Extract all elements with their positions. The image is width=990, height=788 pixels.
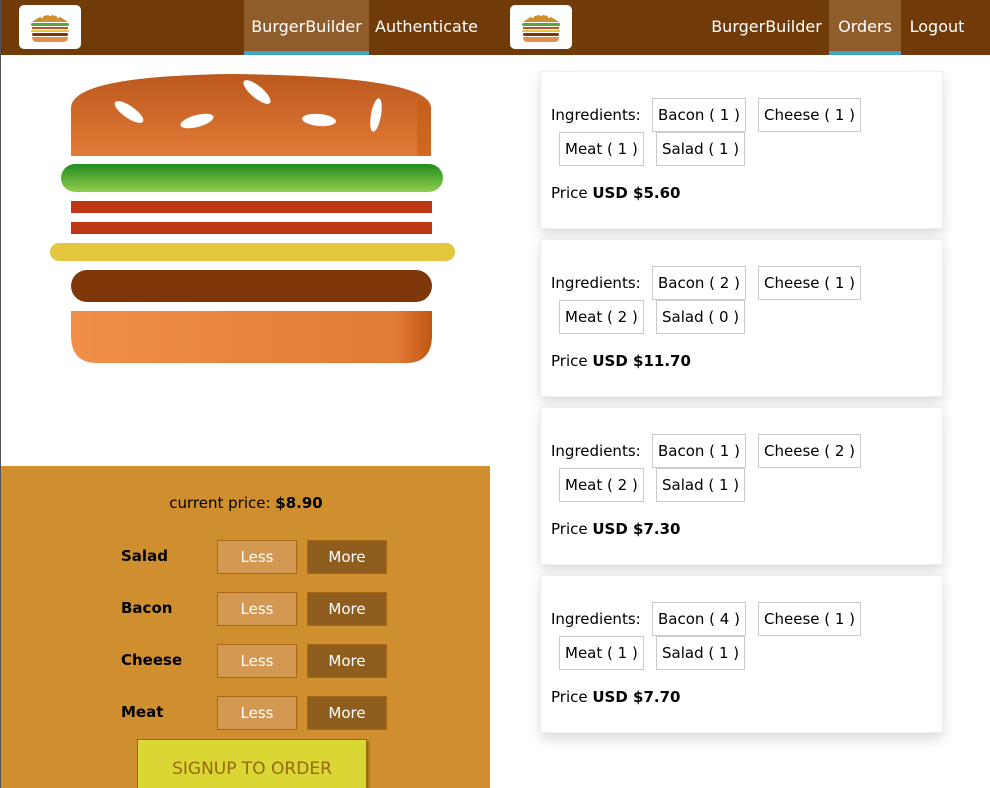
control-label: Salad [121, 547, 168, 565]
burger-preview [50, 74, 455, 363]
less-bacon-button[interactable]: Less [217, 592, 297, 626]
ingredient-chip-bacon: Bacon ( 2 ) [652, 266, 746, 300]
ingredients-label: Ingredients: [551, 610, 641, 628]
control-salad: Salad Less More [1, 540, 490, 574]
ingredient-chip-cheese: Cheese ( 2 ) [758, 434, 862, 468]
bacon-layer [71, 201, 432, 213]
order-price: Price USD $5.60 [551, 184, 680, 202]
price-label: Price [551, 520, 588, 538]
nav-logout[interactable]: Logout [901, 0, 973, 55]
toolbar: BurgerBuilder Authenticate [1, 0, 490, 55]
meat-layer [71, 270, 432, 302]
burger-logo-icon[interactable] [19, 5, 81, 49]
current-price-label: current price: [169, 494, 271, 512]
ingredient-chip-cheese: Cheese ( 1 ) [758, 98, 862, 132]
more-meat-button[interactable]: More [307, 696, 387, 730]
price-value: USD $7.30 [592, 520, 681, 538]
ingredient-chip-bacon: Bacon ( 4 ) [652, 602, 746, 636]
price-value: USD $11.70 [592, 352, 691, 370]
nav-orders[interactable]: Orders [829, 0, 901, 55]
toolbar: BurgerBuilder Orders Logout [490, 0, 990, 55]
ingredient-chip-salad: Salad ( 1 ) [656, 636, 746, 670]
order-price: Price USD $7.30 [551, 520, 680, 538]
control-meat: Meat Less More [1, 696, 490, 730]
ingredient-chip-meat: Meat ( 2 ) [559, 468, 644, 502]
orders-panel: BurgerBuilder Orders Logout Ingredients:… [490, 0, 990, 788]
price-value: USD $5.60 [592, 184, 681, 202]
ingredients-label: Ingredients: [551, 442, 641, 460]
more-salad-button[interactable]: More [307, 540, 387, 574]
current-price: current price: $8.90 [1, 494, 490, 512]
price-value: USD $7.70 [592, 688, 681, 706]
ingredient-chip-cheese: Cheese ( 1 ) [758, 266, 862, 300]
build-controls: current price: $8.90 Salad Less More Bac… [1, 466, 490, 788]
less-cheese-button[interactable]: Less [217, 644, 297, 678]
control-label: Bacon [121, 599, 173, 617]
signup-to-order-button[interactable]: SIGNUP TO ORDER [137, 739, 367, 788]
ingredient-chip-meat: Meat ( 2 ) [559, 300, 644, 334]
ingredient-chip-bacon: Bacon ( 1 ) [652, 98, 746, 132]
current-price-value: $8.90 [275, 494, 323, 512]
salad-layer [61, 164, 443, 192]
ingredients-label: Ingredients: [551, 106, 641, 124]
bacon-layer [71, 222, 432, 234]
ingredient-chip-cheese: Cheese ( 1 ) [758, 602, 862, 636]
control-label: Cheese [121, 651, 183, 669]
ingredient-chip-salad: Salad ( 1 ) [656, 132, 746, 166]
nav-burgerbuilder[interactable]: BurgerBuilder [704, 0, 829, 55]
price-label: Price [551, 352, 588, 370]
order-card: Ingredients: Bacon ( 1 ) Cheese ( 2 ) Me… [540, 407, 943, 565]
control-bacon: Bacon Less More [1, 592, 490, 626]
order-price: Price USD $11.70 [551, 352, 691, 370]
order-card: Ingredients: Bacon ( 1 ) Cheese ( 1 ) Me… [540, 71, 943, 229]
order-card: Ingredients: Bacon ( 2 ) Cheese ( 1 ) Me… [540, 239, 943, 397]
nav-burgerbuilder[interactable]: BurgerBuilder [244, 0, 369, 55]
control-cheese: Cheese Less More [1, 644, 490, 678]
order-price: Price USD $7.70 [551, 688, 680, 706]
cheese-layer [50, 243, 455, 261]
ingredient-chip-meat: Meat ( 1 ) [559, 132, 644, 166]
order-card: Ingredients: Bacon ( 4 ) Cheese ( 1 ) Me… [540, 575, 943, 733]
nav-authenticate[interactable]: Authenticate [369, 0, 484, 55]
burger-builder-panel: BurgerBuilder Authenticate current price… [0, 0, 490, 788]
more-cheese-button[interactable]: More [307, 644, 387, 678]
ingredients-label: Ingredients: [551, 274, 641, 292]
control-label: Meat [121, 703, 164, 721]
less-salad-button[interactable]: Less [217, 540, 297, 574]
bread-bottom [71, 311, 432, 363]
ingredient-chip-salad: Salad ( 1 ) [656, 468, 746, 502]
burger-logo-icon[interactable] [510, 5, 572, 49]
more-bacon-button[interactable]: More [307, 592, 387, 626]
ingredient-chip-bacon: Bacon ( 1 ) [652, 434, 746, 468]
less-meat-button[interactable]: Less [217, 696, 297, 730]
ingredient-chip-meat: Meat ( 1 ) [559, 636, 644, 670]
price-label: Price [551, 184, 588, 202]
ingredient-chip-salad: Salad ( 0 ) [656, 300, 746, 334]
price-label: Price [551, 688, 588, 706]
bread-top [71, 74, 431, 156]
